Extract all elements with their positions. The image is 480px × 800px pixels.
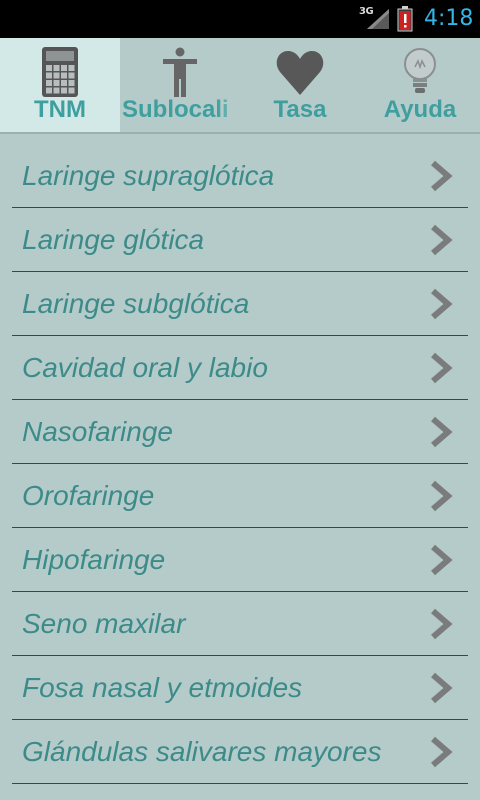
list-item-label: Laringe glótica [22,223,205,255]
calculator-icon [42,47,78,97]
chevron-right-icon [431,736,453,768]
list-item[interactable]: Seno maxilar [12,592,468,656]
chevron-right-icon [431,288,453,320]
list-item-label: Seno maxilar [22,607,186,639]
list-item[interactable]: Laringe glótica [12,208,468,272]
chevron-right-icon [431,224,453,256]
list-item-label: Laringe subglótica [22,287,250,319]
list-item[interactable]: Laringe supraglótica [12,144,468,208]
tab-ayuda[interactable]: Ayuda [360,38,480,132]
list-item[interactable]: Glándulas salivares mayores [12,720,468,784]
tab-sublocalization[interactable]: Sublocali [120,38,240,132]
list-item[interactable]: Nasofaringe [12,400,468,464]
tab-bar: TNM Sublocali Tasa Ayuda [0,38,480,134]
status-bar: 3G 4:18 [0,0,480,38]
chevron-right-icon [431,416,453,448]
cancer-site-list: Laringe supraglótica Laringe glótica Lar… [0,144,480,784]
tab-label: Ayuda [383,96,457,123]
chevron-right-icon [431,608,453,640]
list-item[interactable]: Orofaringe [12,464,468,528]
list-item-label: Hipofaringe [22,543,166,575]
tab-label: Sublocali [122,96,229,123]
list-item[interactable]: Hipofaringe [12,528,468,592]
list-item[interactable]: Laringe subglótica [12,272,468,336]
chevron-right-icon [431,672,453,704]
chevron-right-icon [431,352,453,384]
list-item[interactable]: Cavidad oral y labio [12,336,468,400]
chevron-right-icon [431,480,453,512]
list-item-label: Fosa nasal y etmoides [22,671,303,703]
list-item-label: Laringe supraglótica [22,159,275,191]
list-item-label: Nasofaringe [22,415,173,447]
signal-icon [367,9,389,29]
tab-label: Tasa [273,96,327,123]
battery-icon [397,6,413,32]
heart-icon [276,51,324,95]
person-icon [163,47,197,97]
clock: 4:18 [424,6,474,31]
tab-label: TNM [34,96,86,123]
chevron-right-icon [431,544,453,576]
tab-tnm[interactable]: TNM [0,38,120,132]
list-item-label: Orofaringe [22,479,155,511]
list-item-label: Glándulas salivares mayores [22,735,382,767]
chevron-right-icon [431,160,453,192]
list-item-label: Cavidad oral y labio [22,351,268,383]
list-item[interactable]: Fosa nasal y etmoides [12,656,468,720]
tab-tasa[interactable]: Tasa [240,38,360,132]
lightbulb-icon [404,48,436,93]
